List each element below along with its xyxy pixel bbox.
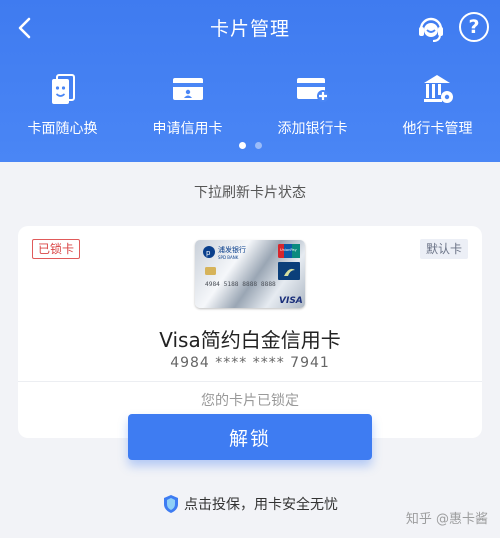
help-button[interactable]: ? [459, 12, 489, 42]
card-number: 4984 **** **** 7941 [170, 355, 330, 371]
default-card-badge: 默认卡 [419, 239, 468, 259]
action-apply-credit-card[interactable]: 申请信用卡 [125, 68, 250, 138]
action-change-card-face[interactable]: 卡面随心换 [0, 68, 125, 138]
help-icon: ? [468, 16, 480, 38]
bank-gear-icon [375, 72, 500, 106]
refresh-tip: 下拉刷新卡片状态 [194, 185, 306, 201]
action-label: 申请信用卡 [152, 121, 223, 137]
visa-logo: VISA [279, 296, 303, 306]
card-image: p 浦发银行 SPD BANK UnionPay 4984 5188 8888 … [195, 240, 305, 308]
customer-service-button[interactable] [414, 11, 448, 45]
customer-service-icon [419, 17, 443, 42]
card-panel[interactable]: 已锁卡 默认卡 p 浦发银行 SPD BANK UnionPay 4984 51… [18, 226, 482, 438]
unlock-button[interactable]: 解锁 [128, 414, 372, 460]
svg-text:p: p [206, 249, 211, 257]
card-number-print: 4984 5188 8888 8888 [205, 281, 276, 288]
carousel-indicator [0, 142, 500, 149]
insurance-text: 点击投保，用卡安全无忧 [184, 497, 338, 513]
action-label: 添加银行卡 [277, 121, 348, 137]
top-bar: 卡片管理 ? [0, 0, 500, 56]
carousel-dot[interactable] [254, 142, 262, 149]
action-add-bank-card[interactable]: 添加银行卡 [250, 68, 375, 138]
quick-actions: 卡面随心换 申请信用卡 添加银行卡 他行卡管理 [0, 68, 500, 138]
credit-card-apply-icon [125, 72, 250, 106]
action-other-bank-cards[interactable]: 他行卡管理 [375, 68, 500, 138]
card-bank-name: 浦发银行 [218, 245, 246, 254]
header: 卡片管理 ? 卡面随心换 申请信用卡 添加银行卡 他行卡管理 [0, 0, 500, 162]
unionpay-label: UnionPay [280, 248, 298, 252]
card-face-icon [0, 72, 125, 106]
card-name: Visa简约白金信用卡 [159, 328, 341, 352]
carousel-dot-active[interactable] [238, 142, 246, 149]
watermark: 知乎 @惠卡酱 [405, 512, 488, 527]
card-bank-name-en: SPD BANK [218, 255, 239, 260]
lock-status: 您的卡片已锁定 [201, 393, 299, 409]
action-label: 他行卡管理 [402, 121, 473, 137]
action-label: 卡面随心换 [27, 121, 98, 137]
divider [18, 381, 482, 382]
locked-badge: 已锁卡 [32, 239, 81, 259]
add-card-icon [250, 72, 375, 106]
shield-icon [164, 495, 178, 513]
